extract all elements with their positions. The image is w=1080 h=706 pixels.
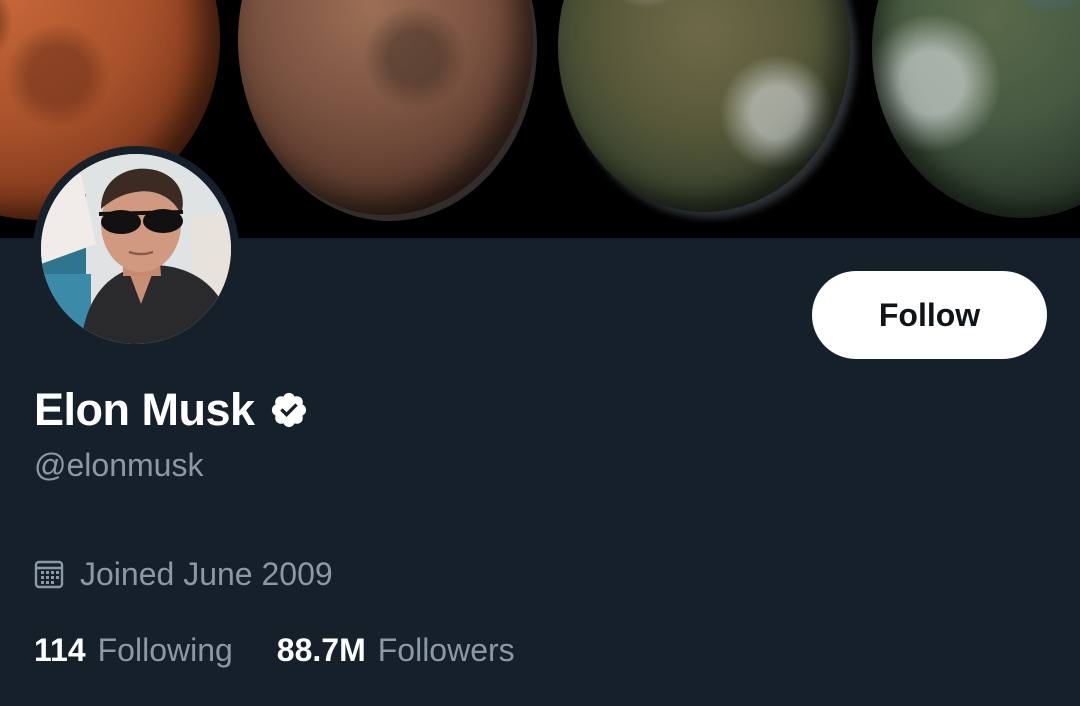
follow-stats-row: 114 Following 88.7M Followers <box>34 629 515 671</box>
followers-label: Followers <box>377 631 515 668</box>
following-label: Following <box>97 631 233 668</box>
calendar-icon <box>34 559 64 589</box>
avatar-portrait-illustration <box>41 154 231 344</box>
profile-avatar[interactable] <box>33 146 239 352</box>
banner-planet-stage-2 <box>238 0 533 215</box>
joined-date-row: Joined June 2009 <box>34 554 333 594</box>
avatar-photo <box>41 154 231 344</box>
following-link[interactable]: 114 Following <box>34 632 233 669</box>
banner-planet-stage-4 <box>872 0 1080 218</box>
profile-page: Follow Elon Musk @elonmusk Joined June 2… <box>0 0 1080 706</box>
following-count: 114 <box>34 631 86 668</box>
profile-name-row: Elon Musk <box>34 382 309 438</box>
verified-badge-icon[interactable] <box>269 390 309 430</box>
display-name: Elon Musk <box>34 384 255 435</box>
joined-date-text: Joined June 2009 <box>80 555 333 592</box>
banner-planet-stage-3 <box>558 0 850 212</box>
profile-handle: @elonmusk <box>34 447 204 483</box>
follow-button[interactable]: Follow <box>812 271 1047 359</box>
followers-link[interactable]: 88.7M Followers <box>277 632 515 669</box>
followers-count: 88.7M <box>276 631 366 668</box>
